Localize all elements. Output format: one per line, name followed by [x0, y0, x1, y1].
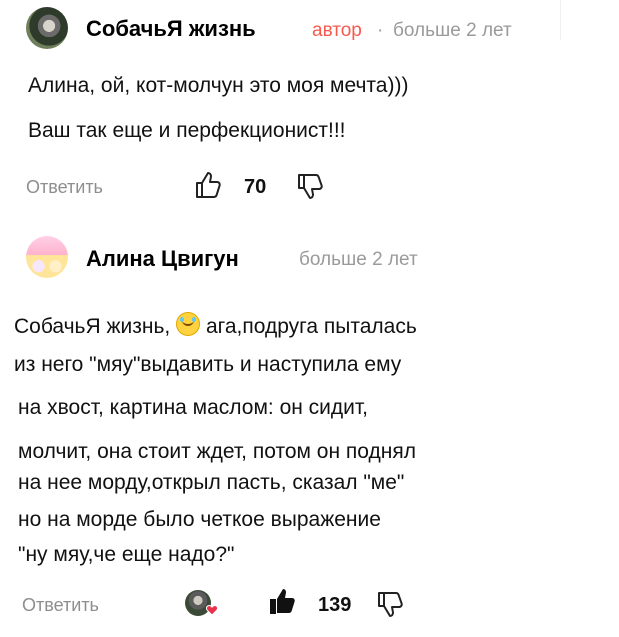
- author-badge: автор: [312, 20, 362, 41]
- like-count: 70: [244, 176, 267, 198]
- thumb-up-outline-icon[interactable]: [194, 170, 222, 200]
- thumb-up-filled-icon[interactable]: [268, 586, 296, 616]
- comment-text-line: из него "мяу"выдавить и наступила ему: [14, 353, 402, 376]
- like-count: 139: [318, 594, 352, 616]
- comment-text-line: на нее морду,открыл пасть, сказал "ме": [18, 471, 405, 494]
- divider: [560, 0, 561, 40]
- laughing-sweat-emoji-icon: [176, 312, 201, 336]
- comment-text-line: Алина, ой, кот-молчун это моя мечта))): [28, 74, 409, 97]
- comment-text-line: но на морде было четкое выражение: [18, 508, 381, 531]
- comment-text-line: "ну мяу,че еще надо?": [18, 543, 235, 566]
- comment-text-line: на хвост, картина маслом: он сидит,: [18, 396, 369, 419]
- reply-button[interactable]: Ответить: [26, 177, 103, 198]
- author-name[interactable]: Алина Цвигун: [86, 246, 239, 272]
- comment-time: больше 2 лет: [299, 249, 418, 270]
- comment-time: больше 2 лет: [393, 20, 512, 41]
- comment-text-line: Ваш так еще и перфекционист!!!: [28, 119, 346, 142]
- heart-icon: [206, 605, 218, 616]
- separator: ·: [377, 20, 384, 41]
- thumb-down-outline-icon[interactable]: [376, 590, 404, 620]
- comment-text-line: ага,подруга пыталась: [205, 315, 417, 338]
- thumb-down-outline-icon[interactable]: [296, 172, 324, 202]
- reply-button[interactable]: Ответить: [22, 595, 99, 616]
- avatar[interactable]: [26, 236, 68, 278]
- comment-text-line: молчит, она стоит ждет, потом он поднял: [18, 440, 416, 463]
- avatar[interactable]: [26, 7, 68, 49]
- author-name[interactable]: СобачьЯ жизнь: [86, 16, 256, 42]
- mention-link[interactable]: СобачьЯ жизнь,: [14, 315, 170, 338]
